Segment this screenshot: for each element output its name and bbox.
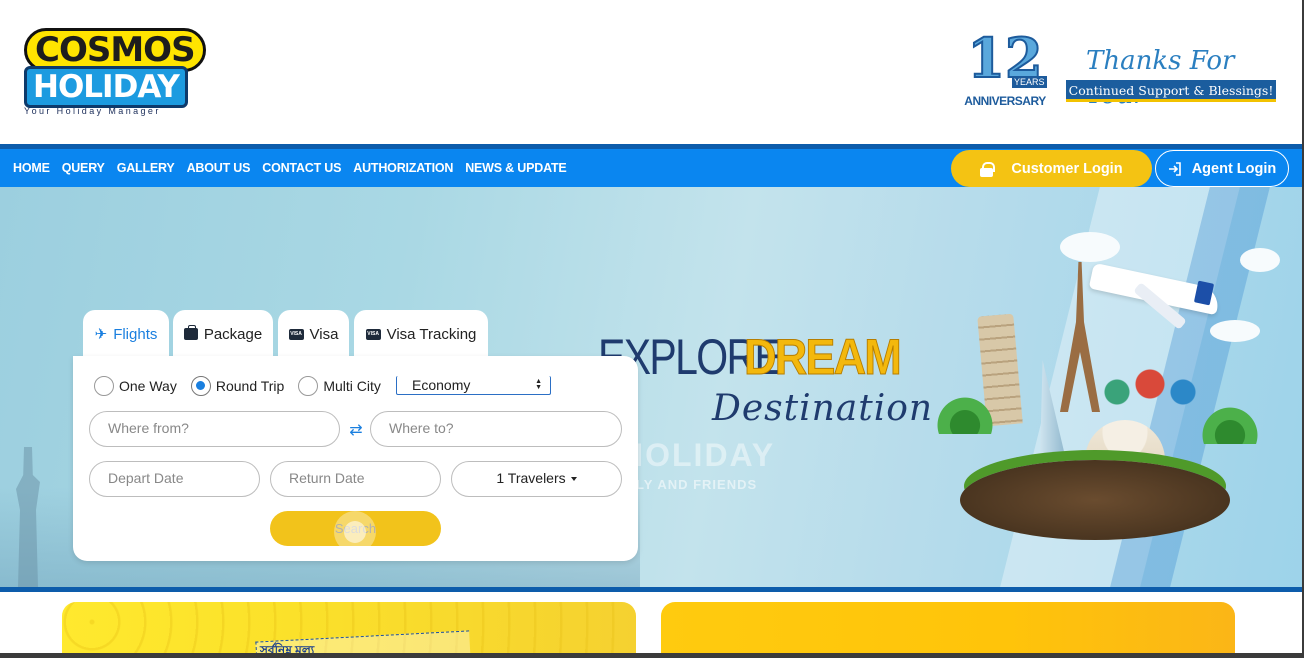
- palm-tree-icon: [1195, 400, 1265, 444]
- palm-tree-icon: [930, 390, 1000, 434]
- tab-visa[interactable]: VISA Visa: [278, 310, 349, 358]
- logo-line2: HOLIDAY: [24, 66, 188, 108]
- hero-bottom-stripe: [0, 587, 1304, 592]
- where-from-input[interactable]: Where from?: [89, 411, 340, 447]
- return-date-input[interactable]: Return Date: [270, 461, 441, 497]
- radio-one-way[interactable]: One Way: [94, 376, 177, 396]
- nav-query[interactable]: QUERY: [62, 161, 105, 175]
- radio-multi-city-dot[interactable]: [298, 376, 319, 396]
- nav-contact-us[interactable]: CONTACT US: [262, 161, 341, 175]
- agent-login-button[interactable]: Agent Login: [1155, 150, 1289, 187]
- radio-multi-city[interactable]: Multi City: [298, 376, 381, 396]
- caret-down-icon: [570, 477, 577, 482]
- anniversary-badge: 12 YEARS ANNIVERSARY: [962, 29, 1048, 118]
- travelers-value: 1 Travelers: [496, 470, 566, 486]
- tab-package-label: Package: [203, 325, 263, 343]
- select-arrows-icon: ▲ ▼: [535, 378, 542, 391]
- nav-about-us[interactable]: ABOUT US: [187, 161, 251, 175]
- click-ripple-inner: [344, 521, 366, 543]
- depart-date-input[interactable]: Depart Date: [89, 461, 260, 497]
- tab-package[interactable]: Package: [173, 310, 273, 358]
- tab-visa-tracking[interactable]: VISA Visa Tracking: [354, 310, 488, 358]
- cloud-icon: [1060, 232, 1120, 262]
- visa-card-icon: VISA: [288, 328, 304, 340]
- promo-card-2[interactable]: [661, 602, 1235, 658]
- site-logo[interactable]: COSMOS HOLIDAY Your Holiday Manager: [24, 28, 206, 120]
- hero-destination: Destination: [712, 388, 934, 429]
- radio-round-trip-dot[interactable]: [190, 376, 211, 396]
- cabin-class-select[interactable]: Economy ▲ ▼: [396, 376, 551, 395]
- visa-card-icon: VISA: [365, 328, 381, 340]
- nav-links: HOME QUERY GALLERY ABOUT US CONTACT US A…: [13, 149, 567, 187]
- cabin-class-value: Economy: [412, 377, 471, 393]
- sign-in-icon: [1168, 161, 1181, 176]
- thanks-banner: Thanks For Your Continued Support & Bles…: [1066, 44, 1276, 110]
- radio-round-trip-label: Round Trip: [215, 378, 285, 394]
- hero-watermark-sub: LY AND FRIENDS: [636, 477, 758, 492]
- anniversary-label: ANNIVERSARY: [964, 94, 1046, 108]
- cloud-icon: [1210, 320, 1260, 342]
- radio-one-way-label: One Way: [119, 378, 177, 394]
- lock-icon: [980, 161, 996, 177]
- travelers-dropdown[interactable]: 1 Travelers: [451, 461, 622, 497]
- hero-watermark-title: HOLIDAY: [620, 437, 776, 473]
- agent-login-label: Agent Login: [1191, 160, 1277, 177]
- nav-gallery[interactable]: GALLERY: [117, 161, 175, 175]
- hero-dream: DREAM: [744, 329, 903, 386]
- radio-round-trip[interactable]: Round Trip: [190, 376, 285, 396]
- cloud-icon: [1240, 248, 1280, 272]
- where-to-input[interactable]: Where to?: [370, 411, 622, 447]
- nav-news-update[interactable]: NEWS & UPDATE: [465, 161, 567, 175]
- airplane-icon: ✈: [94, 326, 108, 343]
- tab-visa-tracking-label: Visa Tracking: [386, 325, 477, 343]
- customer-login-label: Customer Login: [1011, 160, 1123, 177]
- page: COSMOS HOLIDAY Your Holiday Manager 12 Y…: [0, 0, 1304, 658]
- thanks-bar: Continued Support & Blessings!: [1066, 80, 1276, 102]
- window-bottom-edge: [0, 653, 1304, 658]
- tab-flights-label: Flights: [113, 325, 158, 343]
- logo-tagline: Your Holiday Manager: [24, 106, 161, 116]
- site-header: COSMOS HOLIDAY Your Holiday Manager 12 Y…: [0, 0, 1304, 144]
- radio-one-way-dot[interactable]: [94, 376, 114, 396]
- suitcase-icon: [183, 325, 198, 340]
- nav-home[interactable]: HOME: [13, 161, 50, 175]
- anniversary-years: YEARS: [1012, 76, 1047, 88]
- tab-flights[interactable]: ✈ Flights: [83, 310, 169, 358]
- nav-authorization[interactable]: AUTHORIZATION: [353, 161, 453, 175]
- radio-multi-city-label: Multi City: [323, 378, 381, 394]
- customer-login-button[interactable]: Customer Login: [951, 150, 1152, 187]
- trip-type-group: One Way Round Trip Multi City: [94, 375, 395, 397]
- tab-visa-label: Visa: [309, 325, 339, 343]
- floating-island: [960, 460, 1230, 540]
- swap-icon[interactable]: ⇄: [347, 420, 365, 439]
